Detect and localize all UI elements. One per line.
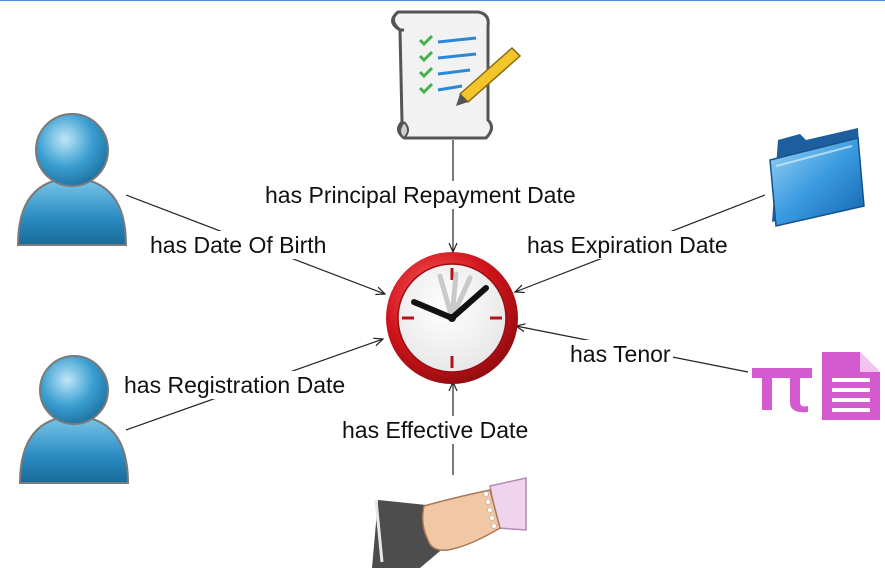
label-effective-date: has Effective Date: [340, 416, 531, 444]
person-icon-top: [16, 113, 128, 246]
person-icon-bottom: [18, 355, 130, 484]
label-registration-date: has Registration Date: [122, 371, 348, 399]
diagram-canvas: has Principal Repayment Date has Date Of…: [0, 0, 885, 570]
pi-document-icon: [752, 352, 880, 420]
folder-icon: [769, 128, 865, 227]
handshake-icon: [372, 477, 527, 568]
label-expiration-date: has Expiration Date: [525, 231, 730, 259]
label-tenor: has Tenor: [568, 340, 673, 368]
checklist-scroll-icon: [391, 10, 522, 140]
diagram-graphics: [16, 10, 880, 568]
clock-icon: [386, 252, 518, 384]
label-principal-repayment-date: has Principal Repayment Date: [263, 181, 578, 209]
label-date-of-birth: has Date Of Birth: [148, 231, 329, 259]
